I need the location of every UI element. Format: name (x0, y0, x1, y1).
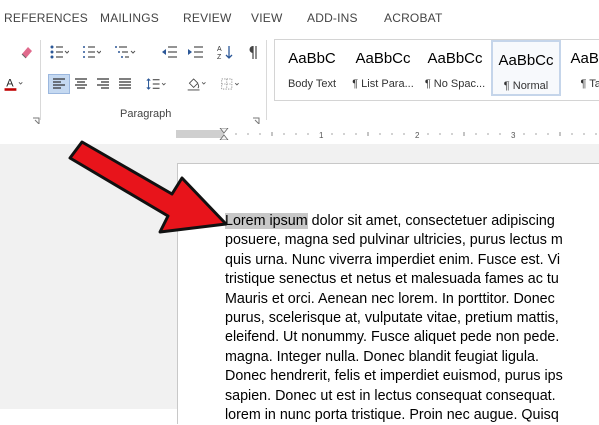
ribbon: AZ A Paragraph AaBbC Body Text AaBbCc ¶ … (0, 36, 599, 125)
paragraph-dialog-launcher-icon[interactable] (252, 112, 260, 125)
text-line: magna. Integer nulla. Donec blandit feug… (225, 348, 539, 365)
text-line: Donec hendrerit, felis et imperdiet euis… (225, 368, 563, 385)
clear-formatting-icon[interactable] (16, 42, 38, 62)
text-line: eleifend. Ut nonummy. Fusce aliquet pede… (225, 329, 560, 346)
ruler-label: 1 (319, 131, 324, 140)
style-no-spacing[interactable]: AaBbCc ¶ No Spac... (420, 40, 490, 96)
text-line: posuere, magna sed pulvinar ultricies, p… (225, 232, 563, 249)
style-name: ¶ List Para... (352, 78, 414, 90)
justify-icon[interactable] (114, 74, 136, 94)
numbering-icon[interactable] (80, 42, 102, 62)
show-marks-icon[interactable] (242, 42, 264, 62)
style-sample: AaBbCc (427, 50, 483, 67)
tab-add-ins[interactable]: ADD-INS (307, 11, 358, 25)
svg-text:A: A (6, 78, 14, 90)
style-body-text[interactable]: AaBbC Body Text (277, 40, 347, 96)
text-line: quis urna. Nunc viverra imperdiet enim. … (225, 251, 561, 268)
tab-review[interactable]: REVIEW (183, 11, 232, 25)
style-sample: AaBbCc (355, 50, 411, 67)
bullets-icon[interactable] (48, 42, 70, 62)
tab-view[interactable]: VIEW (251, 11, 282, 25)
text-line: sapien. Donec ut est in lectus consequat… (225, 387, 556, 404)
align-right-icon[interactable] (92, 74, 114, 94)
ruler-label: 3 (511, 131, 516, 140)
style-name: Body Text (287, 78, 337, 90)
style-sample: AaBbCc (570, 50, 599, 67)
style-sample: AaBbCc (498, 52, 554, 69)
svg-text:Z: Z (217, 54, 222, 60)
multilevel-list-icon[interactable] (114, 42, 136, 62)
style-name: ¶ No Spac... (424, 78, 486, 90)
styles-gallery: AaBbC Body Text AaBbCc ¶ List Para... Aa… (274, 39, 599, 101)
style-table[interactable]: AaBbCc ¶ Table (563, 40, 599, 96)
font-color-icon[interactable]: A (2, 74, 24, 94)
svg-text:A: A (217, 46, 222, 53)
style-name: ¶ Normal (503, 80, 549, 92)
ribbon-tabs: REFERENCES MAILINGS REVIEW VIEW ADD-INS … (0, 0, 599, 36)
align-left-icon[interactable] (48, 74, 70, 94)
sort-icon[interactable]: AZ (214, 42, 236, 62)
text-line: purus, scelerisque at, vulputate vitae, … (225, 310, 559, 327)
style-name: ¶ Table (580, 78, 599, 90)
style-normal[interactable]: AaBbCc ¶ Normal (491, 40, 561, 96)
increase-indent-icon[interactable] (184, 42, 206, 62)
shading-icon[interactable] (186, 74, 208, 94)
font-dialog-launcher-icon[interactable] (32, 112, 40, 125)
paragraph-group-label: Paragraph (120, 108, 172, 120)
align-center-icon[interactable] (70, 74, 92, 94)
tab-references[interactable]: REFERENCES (4, 11, 88, 25)
group-divider (266, 40, 267, 120)
red-arrow-icon (68, 140, 228, 234)
tab-acrobat[interactable]: ACROBAT (384, 11, 443, 25)
tab-mailings[interactable]: MAILINGS (100, 11, 159, 25)
line-spacing-icon[interactable] (146, 74, 168, 94)
text-fragment: dolor sit amet, consectetuer adipiscing (307, 213, 555, 229)
text-line: Mauris et orci. Aenean nec lorem. In por… (225, 290, 555, 307)
ruler-label: 2 (415, 131, 420, 140)
document-text[interactable]: Lorem ipsum dolor sit amet, consectetuer… (225, 212, 599, 425)
text-line: tristique senectus et netus et malesuada… (225, 271, 559, 288)
style-sample: AaBbC (288, 50, 336, 67)
group-divider (40, 40, 41, 120)
decrease-indent-icon[interactable] (158, 42, 180, 62)
text-line: Lorem ipsum dolor sit amet, consectetuer… (225, 212, 599, 231)
style-list-paragraph[interactable]: AaBbCc ¶ List Para... (348, 40, 418, 96)
borders-icon[interactable] (220, 74, 242, 94)
